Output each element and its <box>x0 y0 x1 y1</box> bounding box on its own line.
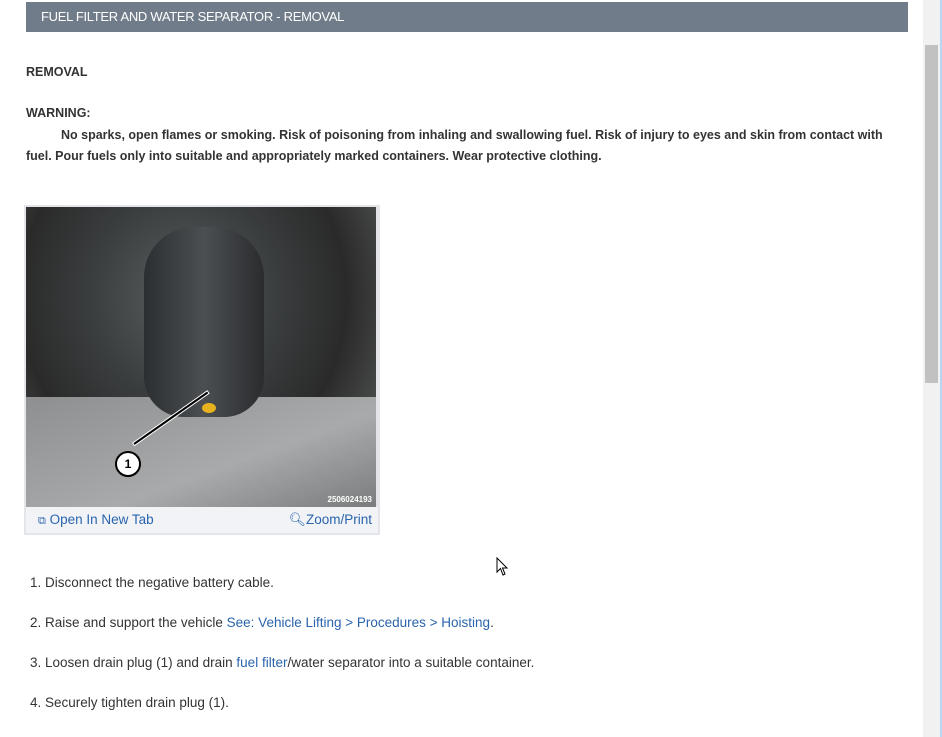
scrollbar-thumb[interactable] <box>925 45 938 383</box>
step-2: 2. Raise and support the vehicle See: Ve… <box>30 615 494 630</box>
section-heading: REMOVAL <box>26 65 88 79</box>
figure: 1 2506024193 ⧉ Open In New Tab 🔍︎Zoom/Pr… <box>24 205 380 535</box>
open-in-new-tab-label: Open In New Tab <box>49 512 154 527</box>
vehicle-lifting-link[interactable]: See: Vehicle Lifting > Procedures > Hois… <box>227 615 490 630</box>
callout-marker: 1 <box>115 451 141 477</box>
page-title: FUEL FILTER AND WATER SEPARATOR - REMOVA… <box>26 2 908 32</box>
fuel-filter <box>144 227 264 417</box>
step-1: 1. Disconnect the negative battery cable… <box>30 575 274 590</box>
open-in-new-tab-link[interactable]: ⧉ Open In New Tab <box>38 512 154 528</box>
drain-plug <box>202 403 216 413</box>
warning-text: No sparks, open flames or smoking. Risk … <box>26 128 883 163</box>
warning-label: WARNING: <box>26 106 91 120</box>
open-new-tab-icon: ⧉ <box>38 515 46 527</box>
zoom-print-link[interactable]: 🔍︎Zoom/Print <box>289 512 372 528</box>
image-id: 2506024193 <box>327 495 373 504</box>
fuel-filter-link[interactable]: fuel filter <box>236 655 287 670</box>
figure-toolbar: ⧉ Open In New Tab 🔍︎Zoom/Print <box>26 507 378 533</box>
fuel-filter-photo[interactable]: 1 2506024193 <box>26 207 376 507</box>
step-3: 3. Loosen drain plug (1) and drain fuel … <box>30 655 535 670</box>
step-4: 4. Securely tighten drain plug (1). <box>30 695 229 710</box>
zoom-in-icon: 🔍︎ <box>288 512 306 527</box>
mouse-cursor-icon <box>496 557 509 576</box>
zoom-print-label: Zoom/Print <box>305 512 372 527</box>
